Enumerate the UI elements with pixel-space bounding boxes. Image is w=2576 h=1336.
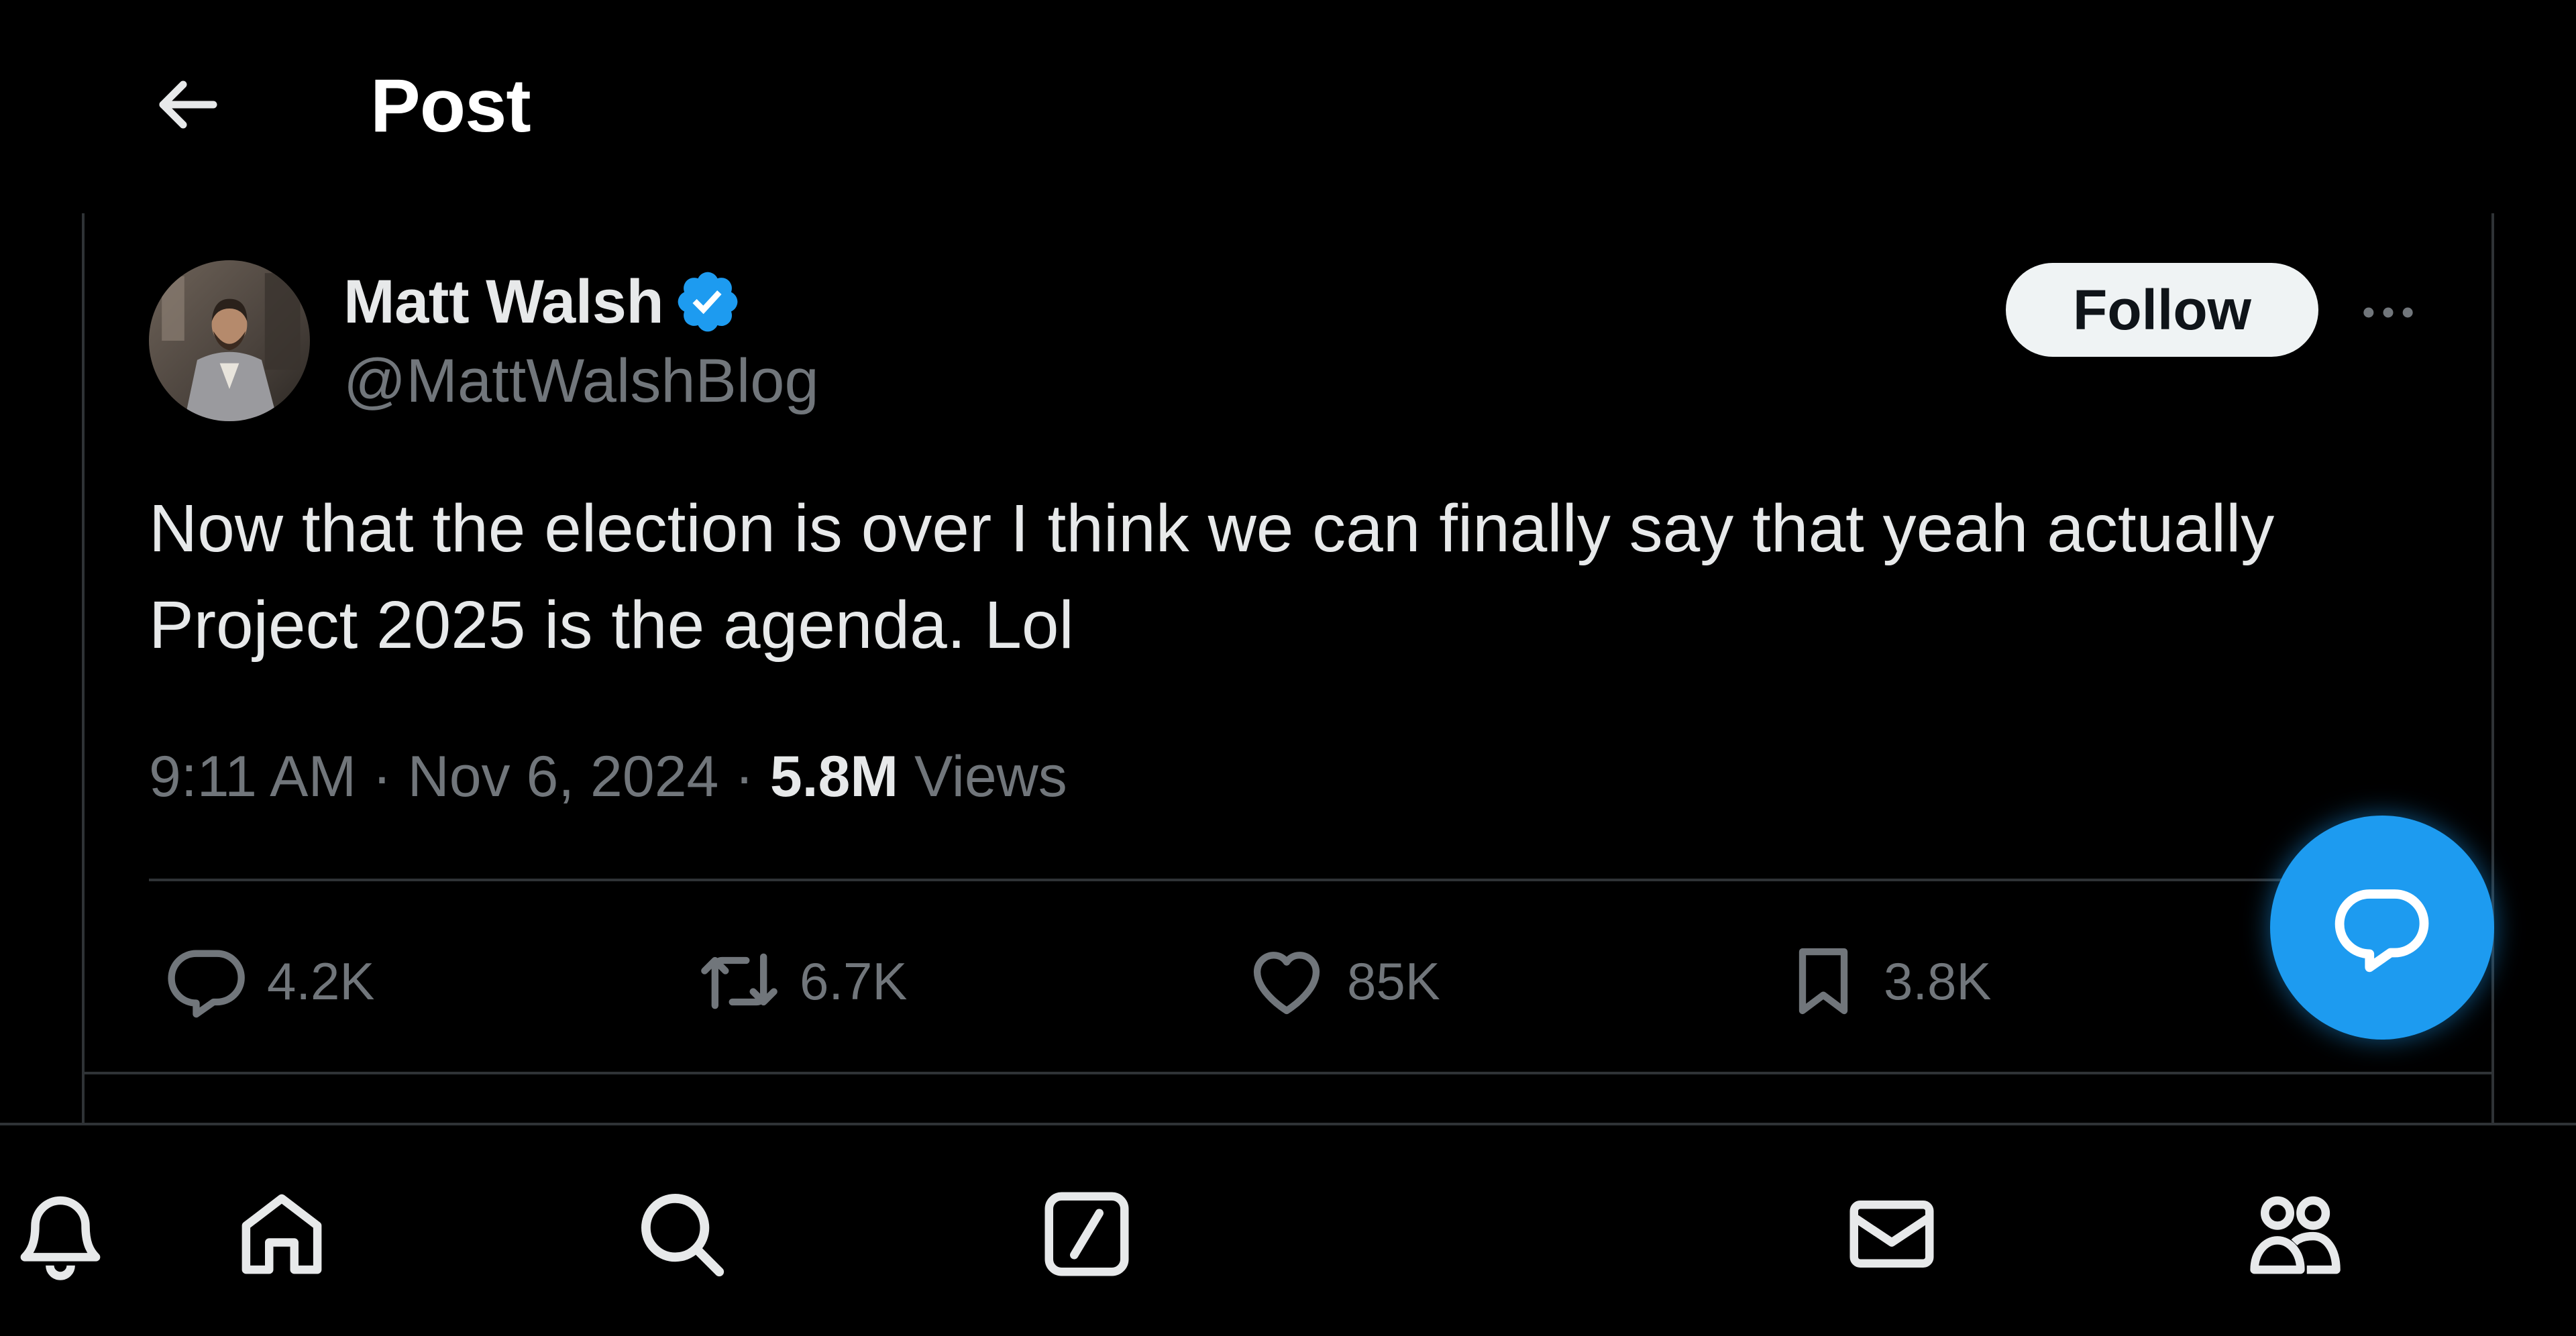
nav-communities[interactable] (2234, 1174, 2355, 1294)
page-title: Post (370, 64, 531, 148)
heart-icon (1253, 952, 1320, 1015)
nav-home[interactable] (221, 1174, 342, 1294)
author-name: Matt Walsh (343, 268, 664, 336)
reply-count: 4.2K (267, 952, 375, 1011)
grok-icon (1044, 1192, 1129, 1276)
reply-icon (168, 950, 245, 1018)
follow-button[interactable]: Follow (2006, 263, 2318, 357)
verified-badge-icon (678, 272, 738, 332)
avatar-photo (149, 260, 310, 421)
meta-separator: · (372, 744, 392, 809)
reply-bubble-icon (2334, 889, 2429, 972)
post-meta: 9:11 AM · Nov 6, 2024 · 5.8M Views (149, 731, 1067, 822)
author-name-row[interactable]: Matt Walsh (343, 263, 743, 341)
like-button[interactable]: 85K (1245, 938, 1440, 1025)
avatar[interactable] (149, 260, 310, 421)
back-button[interactable] (134, 64, 239, 145)
nav-grok[interactable] (1026, 1174, 1147, 1294)
bell-icon (20, 1196, 101, 1280)
ellipsis-icon (2363, 307, 2413, 318)
search-icon (641, 1194, 724, 1277)
post-text: Now that the election is over I think we… (149, 491, 2275, 663)
views-label: Views (914, 744, 1067, 809)
post-date[interactable]: Nov 6, 2024 (408, 744, 719, 809)
envelope-icon (1849, 1201, 1934, 1268)
communities-icon (2250, 1196, 2341, 1274)
nav-messages[interactable] (1831, 1174, 1952, 1294)
panel-border-right (2491, 213, 2494, 1123)
more-options-button[interactable] (2349, 274, 2427, 351)
bookmark-icon (1799, 948, 1848, 1015)
views-count: 5.8M (769, 744, 899, 809)
bookmark-button[interactable]: 3.8K (1782, 938, 1991, 1025)
repost-icon (701, 953, 777, 1009)
panel-border-bottom (82, 1072, 2494, 1074)
home-icon (241, 1194, 322, 1274)
arrow-left-icon (159, 80, 217, 129)
nav-search[interactable] (621, 1174, 742, 1294)
reply-button[interactable]: 4.2K (165, 938, 374, 1025)
bottom-nav-border (0, 1123, 2576, 1125)
repost-count: 6.7K (800, 952, 908, 1011)
like-count: 85K (1347, 952, 1440, 1011)
repost-button[interactable]: 6.7K (698, 938, 907, 1025)
panel-border-left (82, 213, 85, 1123)
reply-fab-button[interactable] (2270, 816, 2494, 1040)
meta-separator: · (735, 744, 754, 809)
nav-notifications[interactable] (0, 1174, 121, 1294)
divider (149, 879, 2443, 881)
bookmark-count: 3.8K (1884, 952, 1992, 1011)
post-time[interactable]: 9:11 AM (149, 744, 356, 809)
author-handle[interactable]: @MattWalshBlog (343, 342, 819, 420)
